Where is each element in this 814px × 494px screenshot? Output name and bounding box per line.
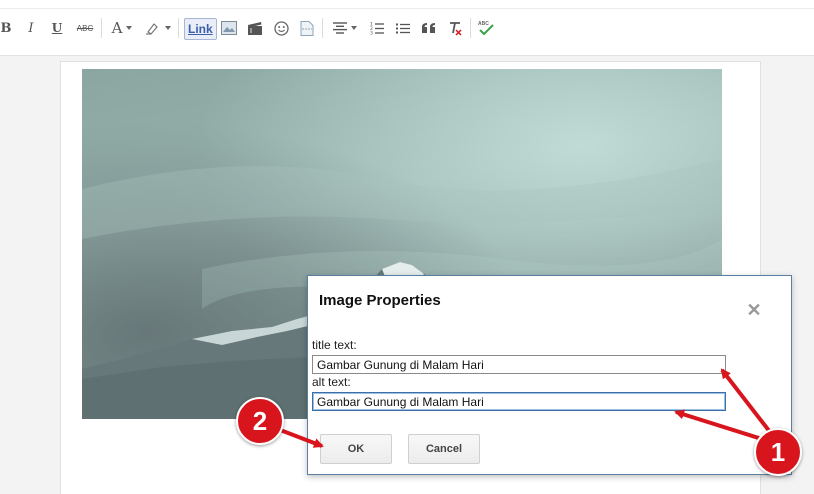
toolbar-divider — [0, 8, 814, 9]
chevron-down-icon — [126, 26, 133, 30]
bold-icon: B — [0, 20, 12, 36]
toolbar-separator — [178, 18, 179, 38]
image-properties-dialog: Image Properties ✕ title text: alt text:… — [307, 275, 792, 475]
strikethrough-icon: ABC — [76, 23, 94, 33]
insert-jump-break-button[interactable] — [298, 17, 316, 39]
dialog-title: Image Properties — [319, 292, 441, 309]
step-badge-1: 1 — [754, 428, 802, 476]
bullet-list-button[interactable] — [394, 17, 412, 39]
toolbar-separator — [101, 18, 102, 38]
font-color-icon: A — [111, 19, 123, 37]
quote-button[interactable] — [420, 17, 438, 39]
italic-button[interactable]: I — [24, 17, 38, 39]
title-text-field[interactable] — [312, 355, 726, 374]
spellcheck-button[interactable]: ABC — [476, 17, 496, 39]
editor-screen: B I U ABC A Link 1 2 3 ABC Image Propert… — [0, 0, 814, 494]
align-icon — [333, 22, 347, 34]
insert-video-button[interactable] — [246, 17, 264, 39]
bold-button[interactable]: B — [0, 17, 12, 39]
underline-button[interactable]: U — [50, 17, 64, 39]
clear-formatting-icon — [449, 21, 462, 36]
quote-icon — [422, 22, 435, 33]
cancel-button[interactable]: Cancel — [408, 434, 480, 464]
alt-text-field[interactable] — [312, 392, 726, 411]
highlight-icon — [146, 23, 158, 35]
svg-text:3: 3 — [370, 31, 373, 36]
insert-emoji-button[interactable] — [272, 17, 290, 39]
underline-icon: U — [51, 21, 63, 35]
alignment-button[interactable] — [330, 17, 360, 39]
highlight-button[interactable] — [143, 17, 173, 39]
close-icon[interactable]: ✕ — [744, 300, 764, 320]
numbered-list-button[interactable]: 1 2 3 — [368, 17, 386, 39]
jump-break-icon — [300, 20, 314, 36]
image-icon — [221, 21, 237, 35]
title-text-label: title text: — [312, 338, 357, 352]
format-toolbar: B I U ABC A Link 1 2 3 ABC — [0, 0, 814, 56]
chevron-down-icon — [351, 26, 357, 30]
bullet-list-icon — [396, 23, 410, 33]
clear-formatting-button[interactable] — [446, 17, 464, 39]
toolbar-separator — [470, 18, 471, 38]
link-icon: Link — [188, 22, 213, 36]
alt-text-label: alt text: — [312, 375, 351, 389]
strikethrough-button[interactable]: ABC — [74, 17, 96, 39]
chevron-down-icon — [165, 26, 171, 30]
italic-icon: I — [28, 20, 34, 36]
emoji-icon — [273, 20, 289, 36]
video-icon — [248, 21, 262, 35]
spellcheck-icon: ABC — [478, 21, 494, 36]
numbered-list-icon: 1 2 3 — [370, 22, 384, 36]
svg-text:ABC: ABC — [478, 21, 489, 27]
ok-button[interactable]: OK — [320, 434, 392, 464]
link-button[interactable]: Link — [184, 18, 217, 40]
insert-image-button[interactable] — [220, 17, 238, 39]
font-color-button[interactable]: A — [108, 17, 136, 39]
step-badge-2: 2 — [236, 397, 284, 445]
toolbar-separator — [322, 18, 323, 38]
